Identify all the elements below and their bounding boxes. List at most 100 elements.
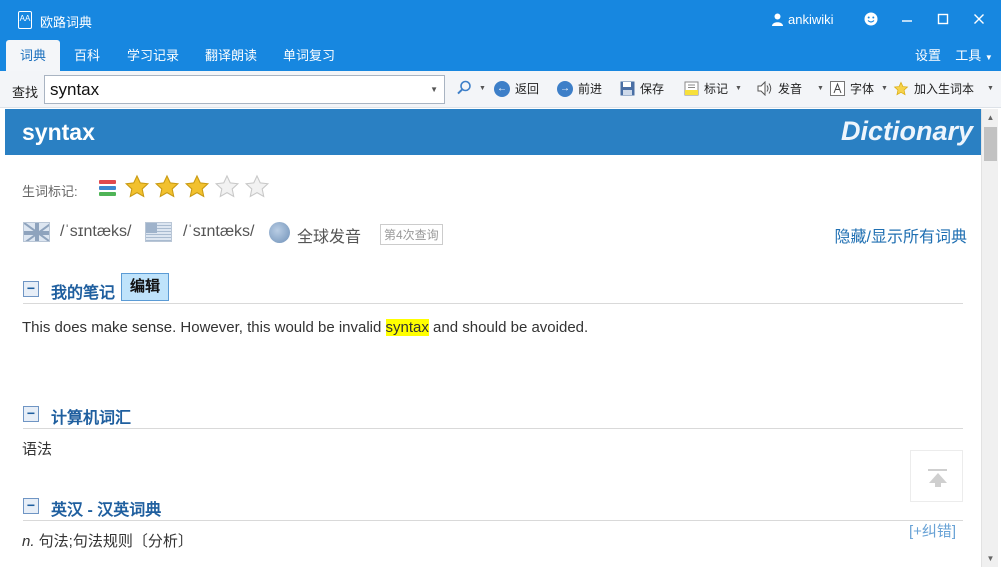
tools-menu[interactable]: 工具 ▼: [952, 40, 996, 71]
section-en-cn-header: − 英汉 - 汉英词典: [23, 489, 963, 521]
entry-header: syntax Dictionary: [5, 109, 981, 155]
back-to-top-button[interactable]: [910, 450, 963, 502]
collapse-minus-icon[interactable]: −: [23, 281, 39, 297]
floppy-disk-icon: [620, 81, 635, 96]
arrow-up-icon-stem: [935, 482, 941, 487]
dictionary-brand: Dictionary: [840, 116, 973, 146]
uk-phonetic: /ˈsɪntæks/: [60, 223, 132, 240]
pronounce-button[interactable]: 发音 ▼: [757, 80, 824, 97]
font-label: 字体: [850, 82, 875, 96]
chevron-down-icon: ▼: [735, 85, 742, 92]
user-icon: [772, 13, 783, 26]
font-icon: [830, 81, 845, 96]
pronunciation-row: /ˈsɪntæks/ /ˈsɪntæks/ 全球发音 第4次查询 隐藏/显示所有…: [23, 219, 967, 247]
toolbar: 查找 ▼ ▼ ← 返回 → 前进 保存 标记 ▼ 发音 ▼ 字体 ▼ 加入生词本…: [0, 71, 1001, 108]
pronounce-label: 发音: [778, 82, 803, 96]
star-empty-icon[interactable]: [214, 174, 240, 200]
definition-text: 句法;句法规则〔分析〕: [34, 533, 193, 550]
wordbook-stack-icon[interactable]: [99, 180, 116, 198]
close-button[interactable]: [968, 8, 990, 30]
chevron-down-icon: ▼: [987, 85, 994, 92]
maximize-button[interactable]: [932, 8, 954, 30]
arrow-up-icon: [928, 469, 947, 471]
notes-text-before: This does make sense. However, this woul…: [22, 319, 386, 336]
highlighter-icon: [684, 81, 699, 96]
part-of-speech: n.: [22, 533, 35, 550]
save-label: 保存: [640, 82, 665, 96]
highlighted-word: syntax: [385, 319, 429, 336]
app-title: 欧路词典: [40, 15, 93, 30]
save-button[interactable]: 保存: [620, 80, 664, 97]
scroll-up-icon[interactable]: ▲: [982, 109, 999, 126]
tab-encyclopedia[interactable]: 百科: [62, 40, 112, 71]
tab-review[interactable]: 单词复习: [274, 40, 344, 71]
magnifier-icon: [457, 80, 471, 95]
notes-text-after: and should be avoided.: [428, 319, 589, 336]
mark-label: 标记: [704, 82, 729, 96]
chevron-down-icon: ▼: [984, 53, 993, 62]
notes-text: This does make sense. However, this woul…: [22, 319, 588, 336]
uk-flag-icon[interactable]: [23, 222, 50, 242]
title-bar: AA 欧路词典 ankiwiki: [0, 0, 1001, 40]
star-filled-icon[interactable]: [184, 174, 210, 200]
edit-notes-button[interactable]: 编辑: [121, 273, 170, 301]
chevron-down-icon: ▼: [881, 85, 888, 92]
report-error-link[interactable]: [+纠错]: [909, 520, 956, 541]
query-count-badge: 第4次查询: [380, 224, 443, 245]
collapse-minus-icon[interactable]: −: [23, 406, 39, 422]
smiley-icon[interactable]: [860, 8, 882, 30]
computer-definition: 语法: [22, 441, 53, 458]
star-filled-icon[interactable]: [154, 174, 180, 200]
chevron-down-icon: ▼: [817, 85, 824, 92]
vertical-scrollbar[interactable]: ▲ ▼: [981, 109, 998, 567]
tab-dictionary[interactable]: 词典: [6, 40, 60, 71]
settings-menu[interactable]: 设置: [910, 40, 946, 71]
tools-menu-label: 工具: [955, 48, 982, 63]
star-filled-icon[interactable]: [124, 174, 150, 200]
us-flag-icon[interactable]: [145, 222, 172, 242]
section-title: 英汉 - 汉英词典: [51, 502, 162, 519]
font-button[interactable]: 字体 ▼: [830, 80, 888, 97]
entry-content: 生词标记: /ˈsɪntæks/ /ˈsɪntæks/ 全球发音 第4次查询 隐…: [5, 155, 981, 567]
us-phonetic: /ˈsɪntæks/: [183, 223, 255, 240]
global-pronounce-link[interactable]: 全球发音: [297, 223, 361, 247]
back-button[interactable]: ← 返回: [494, 80, 539, 97]
word-rating-stars[interactable]: [124, 174, 270, 200]
search-button[interactable]: ▼: [456, 80, 486, 96]
user-name: ankiwiki: [788, 12, 834, 27]
search-input[interactable]: [45, 76, 415, 103]
chevron-down-icon: ▼: [479, 84, 486, 92]
mark-button[interactable]: 标记 ▼: [684, 80, 742, 97]
scroll-down-icon[interactable]: ▼: [982, 550, 999, 567]
add-wordbook-button[interactable]: 加入生词本 ▼: [893, 80, 994, 97]
scrollbar-thumb[interactable]: [984, 127, 997, 161]
app-logo-icon: AA: [18, 11, 32, 29]
star-icon: [893, 81, 909, 95]
section-notes-header: − 我的笔记 编辑: [23, 272, 963, 304]
arrow-left-icon: ←: [494, 80, 510, 97]
forward-label: 前进: [578, 82, 603, 96]
arrow-right-icon: →: [557, 80, 573, 97]
lookup-label: 查找: [12, 85, 39, 100]
star-label: 生词标记:: [22, 184, 78, 199]
user-account[interactable]: ankiwiki: [772, 12, 834, 27]
section-title: 我的笔记: [51, 285, 116, 302]
search-history-dropdown-icon[interactable]: ▼: [430, 85, 438, 94]
en-cn-definition: n. 句法;句法规则〔分析〕: [22, 530, 193, 551]
section-title: 计算机词汇: [51, 410, 132, 427]
star-empty-icon[interactable]: [244, 174, 270, 200]
headword: syntax: [22, 119, 95, 145]
globe-icon[interactable]: [269, 222, 290, 243]
collapse-minus-icon[interactable]: −: [23, 498, 39, 514]
forward-button[interactable]: → 前进: [557, 80, 602, 97]
tab-study-record[interactable]: 学习记录: [118, 40, 188, 71]
minimize-button[interactable]: [896, 8, 918, 30]
speaker-icon: [757, 81, 772, 96]
tab-translate[interactable]: 翻译朗读: [196, 40, 266, 71]
add-wordbook-label: 加入生词本: [914, 82, 975, 96]
search-box: ▼: [44, 75, 445, 104]
section-computer-header: − 计算机词汇: [23, 397, 963, 429]
main-tabs: 词典 百科 学习记录 翻译朗读 单词复习 设置 工具 ▼: [0, 40, 1001, 71]
toggle-all-dicts-link[interactable]: 隐藏/显示所有词典: [835, 223, 967, 247]
back-label: 返回: [515, 82, 540, 96]
